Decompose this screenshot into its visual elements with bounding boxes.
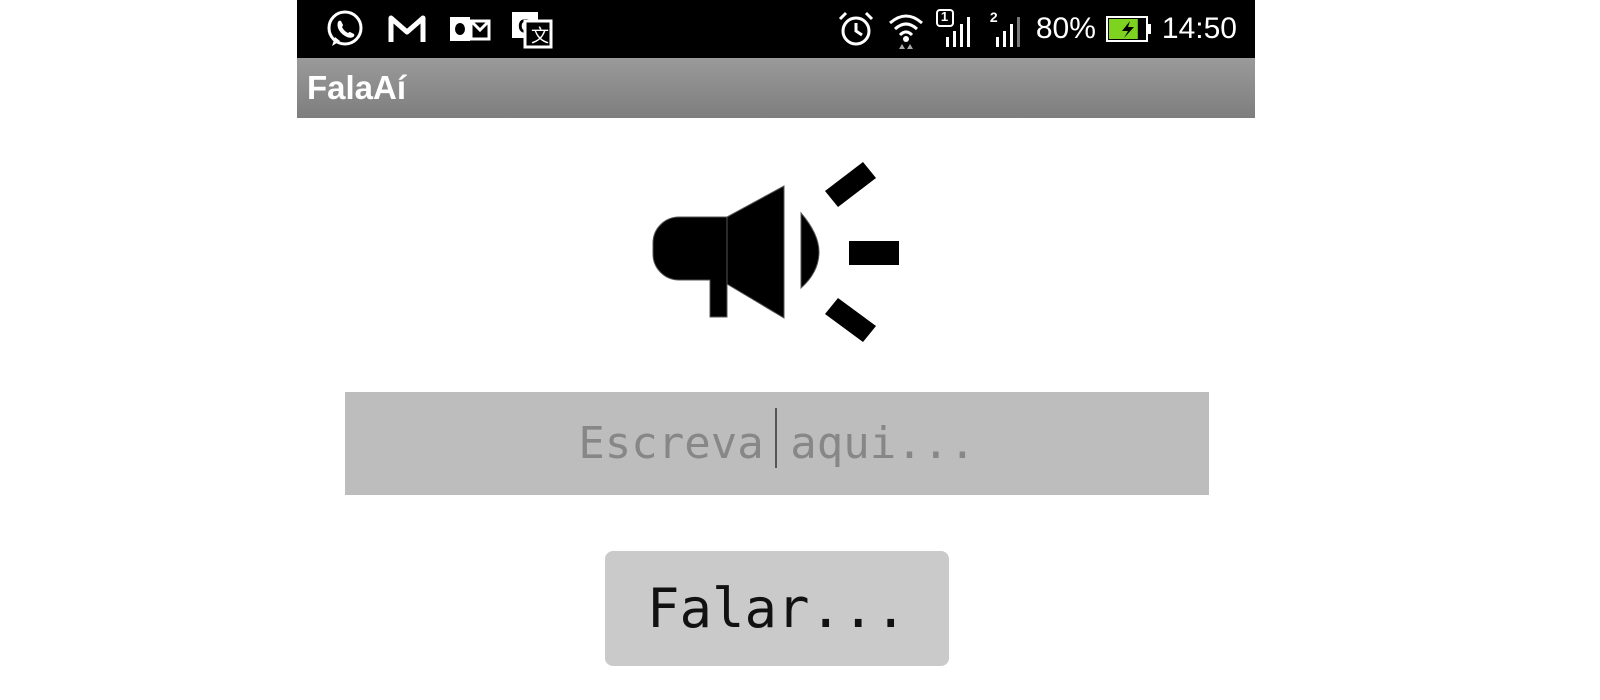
- status-bar: G 文: [297, 0, 1255, 58]
- phone-screen: G 文: [297, 0, 1255, 700]
- whatsapp-icon: [323, 8, 367, 50]
- signal-sim2-icon: 2: [986, 9, 1026, 49]
- alarm-icon: [836, 9, 876, 49]
- sim2-label: 2: [989, 9, 998, 25]
- message-input[interactable]: [345, 392, 1209, 495]
- outlook-icon: [447, 8, 491, 50]
- battery-charging-icon: [1105, 9, 1152, 49]
- system-status: 1 2 80% 14:50: [836, 8, 1237, 50]
- svg-text:文: 文: [531, 26, 549, 46]
- app-title: FalaAí: [307, 69, 407, 106]
- gmail-icon: [385, 8, 429, 50]
- battery-percent: 80%: [1035, 12, 1096, 45]
- text-cursor: [775, 408, 777, 468]
- action-bar: FalaAí: [297, 58, 1255, 118]
- sim1-label: 1: [940, 9, 949, 24]
- wifi-icon: [886, 9, 926, 49]
- clock: 14:50: [1161, 12, 1237, 45]
- speak-button[interactable]: Falar...: [605, 551, 949, 666]
- notification-icons: G 文: [323, 8, 553, 50]
- google-translate-icon: G 文: [509, 8, 553, 50]
- megaphone-icon: [649, 162, 899, 348]
- signal-sim1-icon: 1: [935, 9, 976, 49]
